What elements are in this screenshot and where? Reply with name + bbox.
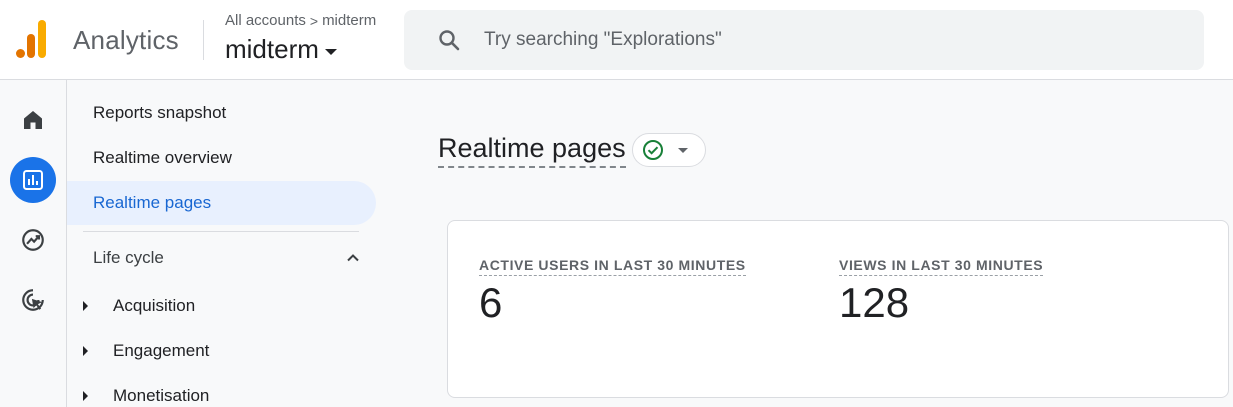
- nav-item-label: Reports snapshot: [93, 103, 227, 122]
- breadcrumb-separator-icon: >: [309, 12, 319, 29]
- search-bar[interactable]: [404, 10, 1204, 70]
- header-divider: [203, 20, 204, 60]
- tree-item-label: Engagement: [113, 341, 210, 360]
- top-app-bar: Analytics All accounts > midterm midterm: [0, 0, 1233, 80]
- metric-value: 6: [479, 279, 503, 326]
- analytics-logo-icon[interactable]: [16, 20, 50, 58]
- section-life-cycle[interactable]: Life cycle: [93, 248, 361, 268]
- tree-item-acquisition[interactable]: Acquisition: [83, 291, 195, 321]
- rail-advertising-button[interactable]: [10, 277, 56, 323]
- breadcrumb-current[interactable]: midterm: [322, 12, 376, 29]
- left-rail: [0, 80, 67, 407]
- breadcrumb-parent[interactable]: All accounts: [225, 12, 306, 29]
- nav-item-label: Realtime overview: [93, 148, 232, 167]
- tree-item-monetisation[interactable]: Monetisation: [83, 381, 209, 407]
- nav-item-realtime-overview[interactable]: Realtime overview: [67, 136, 376, 180]
- metric-active-users: ACTIVE USERS IN LAST 30 MINUTES 6: [479, 257, 746, 326]
- realtime-metrics-card: ACTIVE USERS IN LAST 30 MINUTES 6 VIEWS …: [447, 220, 1229, 398]
- reports-icon: [23, 170, 43, 190]
- search-input[interactable]: [484, 10, 1184, 70]
- property-name: midterm: [225, 34, 319, 64]
- search-icon: [439, 30, 460, 51]
- nav-item-label: Realtime pages: [93, 193, 212, 212]
- metric-value: 128: [839, 279, 910, 326]
- property-selector[interactable]: midterm: [225, 34, 337, 65]
- section-label: Life cycle: [93, 248, 164, 267]
- check-circle-icon: [642, 140, 663, 160]
- metric-label[interactable]: ACTIVE USERS IN LAST 30 MINUTES: [479, 257, 746, 276]
- expand-arrow-icon: [83, 346, 88, 356]
- expand-arrow-icon: [83, 391, 88, 401]
- app-name: Analytics: [73, 25, 179, 55]
- home-icon: [24, 111, 42, 129]
- nav-item-realtime-pages[interactable]: Realtime pages: [67, 181, 376, 225]
- rail-home-button[interactable]: [10, 97, 56, 143]
- caret-down-icon: [677, 147, 688, 153]
- tree-item-label: Acquisition: [113, 296, 196, 315]
- page-title[interactable]: Realtime pages: [438, 132, 626, 168]
- metric-label[interactable]: VIEWS IN LAST 30 MINUTES: [839, 257, 1044, 276]
- rail-explore-button[interactable]: [10, 217, 56, 263]
- metric-views: VIEWS IN LAST 30 MINUTES 128: [839, 257, 1044, 326]
- chevron-up-icon: [347, 254, 359, 262]
- report-navigation: Reports snapshot Realtime overview Realt…: [67, 80, 387, 407]
- explore-icon: [22, 229, 44, 251]
- tree-item-label: Monetisation: [113, 386, 210, 405]
- nav-item-reports-snapshot[interactable]: Reports snapshot: [67, 91, 376, 135]
- rail-reports-button[interactable]: [10, 157, 56, 203]
- expand-arrow-icon: [83, 301, 88, 311]
- nav-divider: [83, 231, 359, 232]
- page-header: Realtime pages: [438, 132, 706, 168]
- data-quality-chip[interactable]: [631, 133, 706, 167]
- tree-item-engagement[interactable]: Engagement: [83, 336, 209, 366]
- advertising-icon: [22, 289, 44, 311]
- breadcrumb[interactable]: All accounts > midterm: [225, 12, 376, 29]
- caret-down-icon: [324, 48, 337, 55]
